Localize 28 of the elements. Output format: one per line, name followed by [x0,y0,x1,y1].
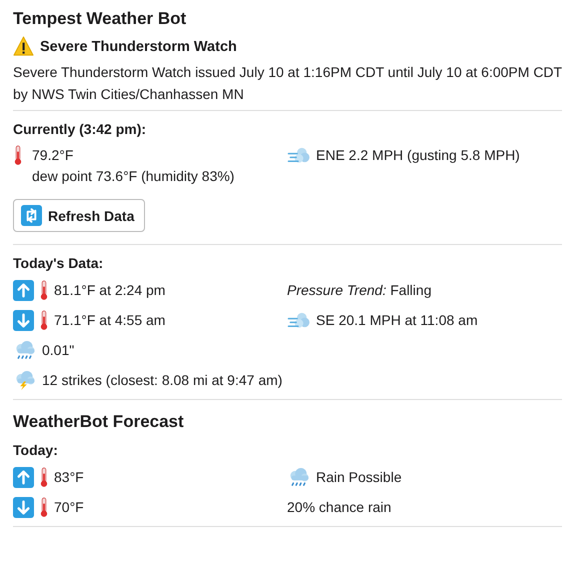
refresh-icon [21,205,42,226]
data-text: 83°F [54,469,84,485]
section-label: Currently (3:42 pm): [13,120,148,139]
data-text: 12 strikes (closest: 8.08 mi at 9:47 am) [42,372,282,388]
thermometer-icon [39,496,49,518]
thermometer-icon [13,145,23,166]
data-text: Rain Possible [316,469,402,485]
wind-text: ENE 2.2 MPH (gusting 5.8 MPH) [316,146,520,165]
data-text: Pressure Trend: Falling [287,282,432,298]
thermometer-icon [39,310,49,330]
section-label: Today's Data: [13,254,104,273]
warning-icon [13,36,34,57]
alert-text: Severe Thunderstorm Watch issued July 10 at 1:16PM CDT until July 10 at 6:00PM CDT by NWS Twin Cities/Chanhassen MN [13,63,562,104]
data-text: SE 20.1 MPH at 11:08 am [316,312,478,328]
dew-point-text: dew point 73.6°F (humidity 83%) [32,167,234,186]
data-text: 71.1°F at 4:55 am [54,312,166,328]
data-text: 0.01" [42,342,74,358]
thermometer-icon [39,280,49,300]
section-title: WeatherBot Forecast [13,411,185,432]
data-text: 70°F [54,499,84,515]
section-label: Today: [13,441,59,460]
alert-title: Severe Thunderstorm Watch [40,38,237,54]
bot-title: Tempest Weather Bot [13,8,188,30]
refresh-button[interactable]: Refresh Data [13,199,146,232]
data-text: 20% chance rain [287,499,392,515]
temperature-text: 79.2°F [32,146,74,165]
data-text: 81.1°F at 2:24 pm [54,282,166,298]
thermometer-icon [39,466,49,488]
